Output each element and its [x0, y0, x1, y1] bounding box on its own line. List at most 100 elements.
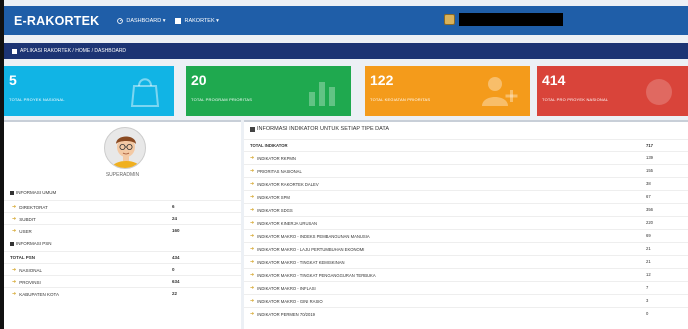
info-value: 160 — [172, 228, 180, 233]
top-navbar: E-RAKORTEK DASHBOARD ▾ RAKORTEK ▾ — [4, 6, 688, 35]
table-row[interactable]: ➜ INDIKATOR MAKRO - INFLASI 7 — [244, 281, 688, 293]
table-row[interactable]: ➜ INDIKATOR MAKRO - GINI RASIO 3 — [244, 294, 688, 306]
profile-panel: SUPERADMIN INFORMASI UMUM ➜ DIREKTORAT 6 … — [4, 120, 241, 329]
arrow-right-icon: ➜ — [12, 216, 17, 222]
table-row[interactable]: ➜ INDIKATOR SDGS 356 — [244, 203, 688, 215]
stat-label: TOTAL KEGIATAN PRIORITAS — [370, 97, 431, 102]
indicator-label: PRIORITAS NASIONAL — [257, 168, 302, 174]
dashboard-page: E-RAKORTEK DASHBOARD ▾ RAKORTEK ▾ APLIKA… — [0, 0, 688, 329]
arrow-right-icon: ➜ — [250, 168, 255, 174]
avatar — [104, 127, 146, 169]
arrow-right-icon: ➜ — [250, 259, 255, 265]
list-item: ➜ PROVINSI 634 — [4, 275, 241, 286]
table-row[interactable]: ➜ INDIKATOR MAKRO - TINGKAT PENGANGGURAN … — [244, 268, 688, 280]
folder-icon — [250, 126, 255, 132]
stat-box-kegiatan-prioritas[interactable]: 122 TOTAL KEGIATAN PRIORITAS — [365, 66, 530, 116]
arrow-right-icon: ➜ — [250, 246, 255, 252]
stat-label: TOTAL PROGRAM PRIORITAS — [191, 97, 253, 102]
folder-icon — [10, 241, 14, 246]
dashboard-icon — [117, 17, 124, 24]
table-row[interactable]: ➜ INDIKATOR RAKORTEK DALEV 38 — [244, 177, 688, 189]
indicator-panel-heading: INFORMASI INDIKATOR UNTUK SETIAP TIPE DA… — [250, 126, 389, 132]
breadcrumb-text[interactable]: APLIKASI RAKORTEK / HOME / DASHBOARD — [20, 48, 126, 54]
indicator-total-label: TOTAL INDIKATOR — [250, 143, 288, 148]
arrow-right-icon: ➜ — [12, 204, 17, 210]
indicator-total-row: TOTAL INDIKATOR 717 — [244, 139, 688, 151]
indicator-value: 155 — [646, 168, 653, 173]
indicator-panel: INFORMASI INDIKATOR UNTUK SETIAP TIPE DA… — [244, 120, 688, 329]
table-row[interactable]: ➜ INDIKATOR PERMEN 70/2019 0 — [244, 307, 688, 319]
indicator-value: 21 — [646, 246, 651, 251]
breadcrumb-bar: APLIKASI RAKORTEK / HOME / DASHBOARD — [4, 43, 688, 59]
list-item: ➜ SUBDIT 24 — [4, 212, 241, 223]
info-label: DIREKTORAT — [19, 204, 48, 210]
indicator-label: INDIKATOR RKPMN — [257, 155, 296, 161]
menu-rakortek-label: RAKORTEK ▾ — [184, 17, 219, 24]
indicator-label: INDIKATOR MAKRO - INFLASI — [257, 285, 316, 291]
table-row[interactable]: ➜ INDIKATOR MAKRO - LAJU PERTUMBUHAN EKON… — [244, 242, 688, 254]
info-umum-title: INFORMASI UMUM — [16, 190, 57, 195]
total-psn-row: TOTAL PSN 434 — [4, 251, 241, 262]
info-value: 0 — [172, 267, 175, 272]
user-add-icon — [482, 77, 518, 106]
arrow-right-icon: ➜ — [12, 228, 17, 234]
indicator-label: INDIKATOR MAKRO - LAJU PERTUMBUHAN EKONO… — [257, 246, 365, 252]
indicator-value: 220 — [646, 220, 653, 225]
arrow-right-icon: ➜ — [250, 298, 255, 304]
user-icon — [444, 14, 455, 25]
arrow-right-icon: ➜ — [250, 311, 255, 317]
indicator-value: 38 — [646, 181, 651, 186]
stat-box-pro-proyek-nasional[interactable]: 414 TOTAL PRO PROYEK NASIONAL — [537, 66, 688, 116]
list-item: ➜ DIREKTORAT 6 — [4, 200, 241, 211]
stat-value: 20 — [191, 72, 207, 88]
info-label: KABUPATEN KOTA — [19, 291, 59, 297]
indicator-value: 7 — [646, 285, 649, 290]
menu-rakortek[interactable]: RAKORTEK ▾ — [175, 17, 219, 24]
avatar-image — [111, 136, 141, 168]
indicator-value: 69 — [646, 233, 651, 238]
menu-dashboard[interactable]: DASHBOARD ▾ — [117, 18, 165, 24]
indicator-label: INDIKATOR MAKRO - INDEKS PEMBANGUNAN MAN… — [257, 233, 370, 239]
indicator-value: 21 — [646, 259, 651, 264]
table-row[interactable]: ➜ INDIKATOR KINERJA URUSAN 220 — [244, 216, 688, 228]
home-icon — [12, 48, 17, 54]
table-row[interactable]: ➜ INDIKATOR MAKRO - TINGKAT KEMISKINAN 21 — [244, 255, 688, 267]
menu-dashboard-label: DASHBOARD ▾ — [126, 17, 166, 24]
indicator-label: INDIKATOR MAKRO - GINI RASIO — [257, 298, 323, 304]
info-value: 22 — [172, 291, 178, 296]
grid-icon — [175, 17, 182, 24]
user-menu[interactable] — [444, 13, 563, 26]
profile-username: SUPERADMIN — [105, 172, 140, 178]
breadcrumb: APLIKASI RAKORTEK / HOME / DASHBOARD — [12, 48, 126, 54]
arrow-right-icon: ➜ — [250, 207, 255, 213]
table-row[interactable]: ➜ PRIORITAS NASIONAL 155 — [244, 164, 688, 176]
indicator-label: INDIKATOR KINERJA URUSAN — [257, 220, 318, 226]
indicator-label: INDIKATOR MAKRO - TINGKAT KEMISKINAN — [257, 259, 345, 265]
stat-label: TOTAL PRO PROYEK NASIONAL — [542, 97, 609, 102]
list-item: ➜ KABUPATEN KOTA 22 — [4, 287, 241, 298]
table-row[interactable]: ➜ INDIKATOR SPM 67 — [244, 190, 688, 202]
indicator-label: INDIKATOR SPM — [257, 194, 290, 200]
stat-label: TOTAL PROYEK NASIONAL — [9, 97, 65, 102]
arrow-right-icon: ➜ — [250, 181, 255, 187]
info-label: PROVINSI — [19, 279, 41, 285]
table-row[interactable]: ➜ INDIKATOR MAKRO - INDEKS PEMBANGUNAN MA… — [244, 229, 688, 241]
info-psn-title: INFORMASI PSN — [16, 241, 52, 246]
indicator-value: 356 — [646, 207, 653, 212]
indicator-value: 0 — [646, 311, 649, 316]
bar-chart-icon — [309, 82, 335, 106]
list-item: ➜ USER 160 — [4, 224, 241, 235]
app-brand[interactable]: E-RAKORTEK — [4, 14, 107, 28]
arrow-right-icon: ➜ — [250, 233, 255, 239]
info-label: USER — [19, 228, 32, 234]
arrow-right-icon: ➜ — [12, 267, 17, 273]
list-item: ➜ NASIONAL 0 — [4, 263, 241, 274]
total-psn-label: TOTAL PSN — [10, 255, 36, 260]
stat-box-proyek-nasional[interactable]: 5 TOTAL PROYEK NASIONAL — [4, 66, 174, 116]
arrow-right-icon: ➜ — [250, 220, 255, 226]
redacted-username — [459, 13, 563, 26]
info-value: 6 — [172, 204, 175, 209]
info-label: NASIONAL — [19, 267, 42, 273]
stat-box-program-prioritas[interactable]: 20 TOTAL PROGRAM PRIORITAS — [186, 66, 351, 116]
table-row[interactable]: ➜ INDIKATOR RKPMN 139 — [244, 151, 688, 163]
